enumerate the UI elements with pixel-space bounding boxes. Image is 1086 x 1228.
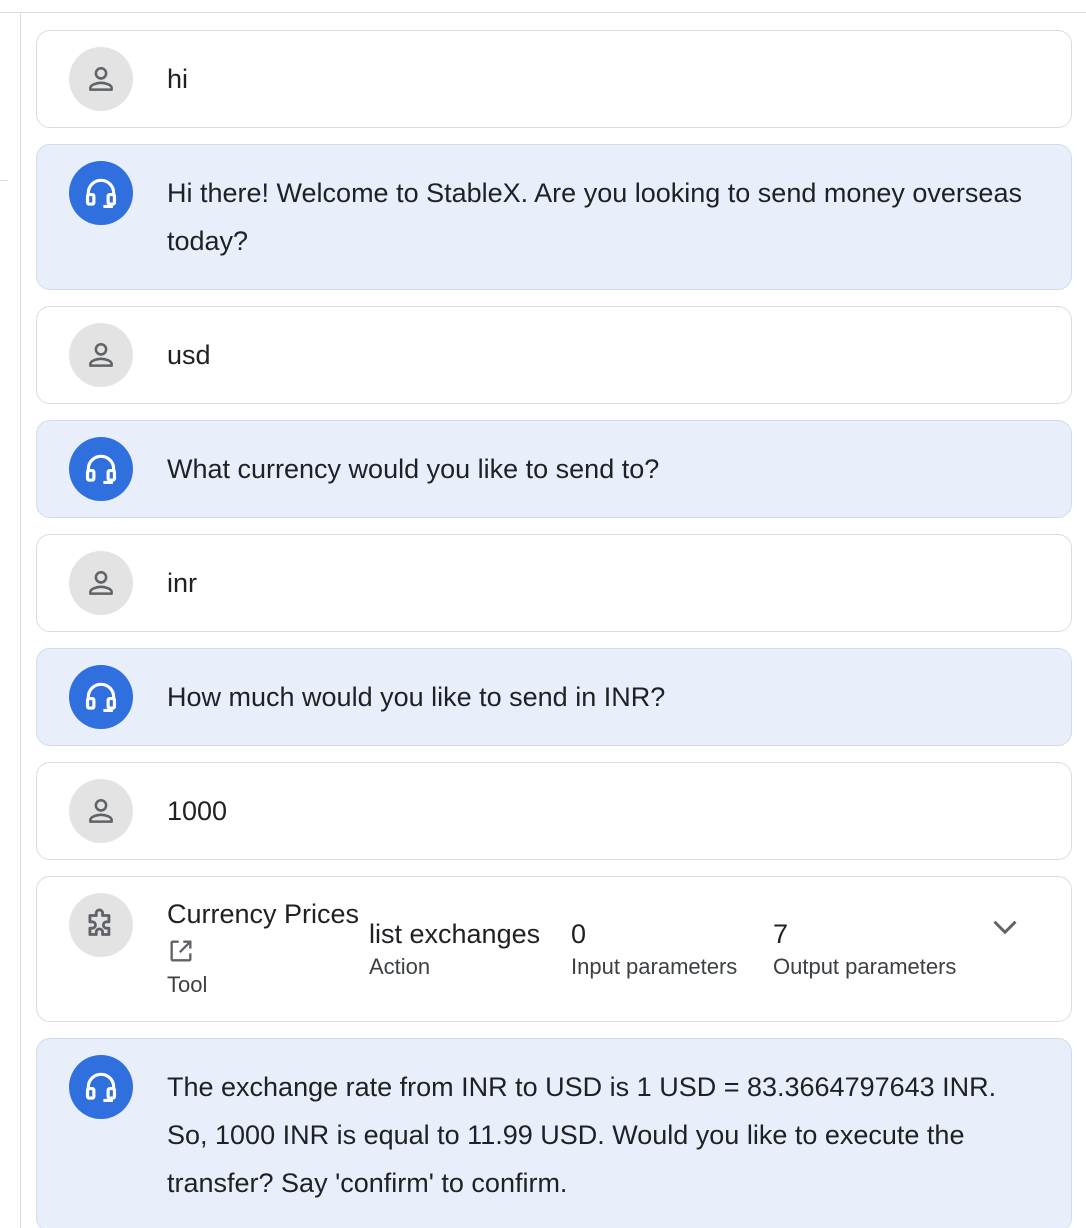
person-icon xyxy=(89,342,113,367)
chevron-down-icon[interactable] xyxy=(987,909,1023,945)
user-avatar xyxy=(69,323,133,387)
action-label: Action xyxy=(369,954,431,979)
user-message: hi xyxy=(36,30,1072,128)
message-text: Hi there! Welcome to StableX. Are you lo… xyxy=(167,178,1022,256)
agent-avatar xyxy=(69,1055,133,1119)
headset-icon xyxy=(85,682,117,713)
message-text: usd xyxy=(167,340,211,370)
headset-icon xyxy=(85,178,117,209)
sidebar-divider xyxy=(20,13,21,1228)
headset-icon xyxy=(85,454,117,485)
message-text: 1000 xyxy=(167,796,228,826)
message-text: How much would you like to send in INR? xyxy=(167,682,666,712)
message-text: hi xyxy=(167,64,189,94)
tool-info: Currency Prices Tool xyxy=(167,897,367,999)
sidebar-tick xyxy=(0,180,8,181)
message-text: What currency would you like to send to? xyxy=(167,454,660,484)
user-message: inr xyxy=(36,534,1072,632)
open-in-new-icon[interactable] xyxy=(167,937,195,965)
tool-call-card: Currency Prices Tool list exchanges Acti… xyxy=(36,876,1072,1022)
output-params-count: 7 xyxy=(773,919,789,949)
message-text: inr xyxy=(167,568,198,598)
action-column: list exchanges Action xyxy=(369,917,540,981)
tool-avatar xyxy=(69,893,133,957)
user-message: usd xyxy=(36,306,1072,404)
agent-message: The exchange rate from INR to USD is 1 U… xyxy=(36,1038,1072,1228)
input-params-column: 0 Input parameters xyxy=(571,917,737,981)
user-avatar xyxy=(69,47,133,111)
output-params-column: 7 Output parameters xyxy=(773,917,956,981)
header-divider xyxy=(0,12,1086,13)
agent-avatar xyxy=(69,437,133,501)
person-icon xyxy=(89,570,113,595)
agent-message: How much would you like to send in INR? xyxy=(36,648,1072,746)
person-icon xyxy=(89,66,113,91)
agent-message: Hi there! Welcome to StableX. Are you lo… xyxy=(36,144,1072,290)
conversation-list: hi Hi there! Welcome to StableX. Are you… xyxy=(36,30,1072,1228)
agent-avatar xyxy=(69,161,133,225)
input-params-label: Input parameters xyxy=(571,954,738,979)
user-avatar xyxy=(69,779,133,843)
input-params-count: 0 xyxy=(571,919,587,949)
agent-message: What currency would you like to send to? xyxy=(36,420,1072,518)
action-value: list exchanges xyxy=(369,919,541,949)
output-params-label: Output parameters xyxy=(773,954,957,979)
headset-icon xyxy=(85,1072,117,1103)
puzzle-icon xyxy=(88,908,111,936)
agent-avatar xyxy=(69,665,133,729)
message-text: The exchange rate from INR to USD is 1 U… xyxy=(167,1072,997,1198)
user-message: 1000 xyxy=(36,762,1072,860)
tool-name: Currency Prices xyxy=(167,899,360,929)
user-avatar xyxy=(69,551,133,615)
person-icon xyxy=(89,798,113,823)
tool-type-label: Tool xyxy=(167,972,208,997)
